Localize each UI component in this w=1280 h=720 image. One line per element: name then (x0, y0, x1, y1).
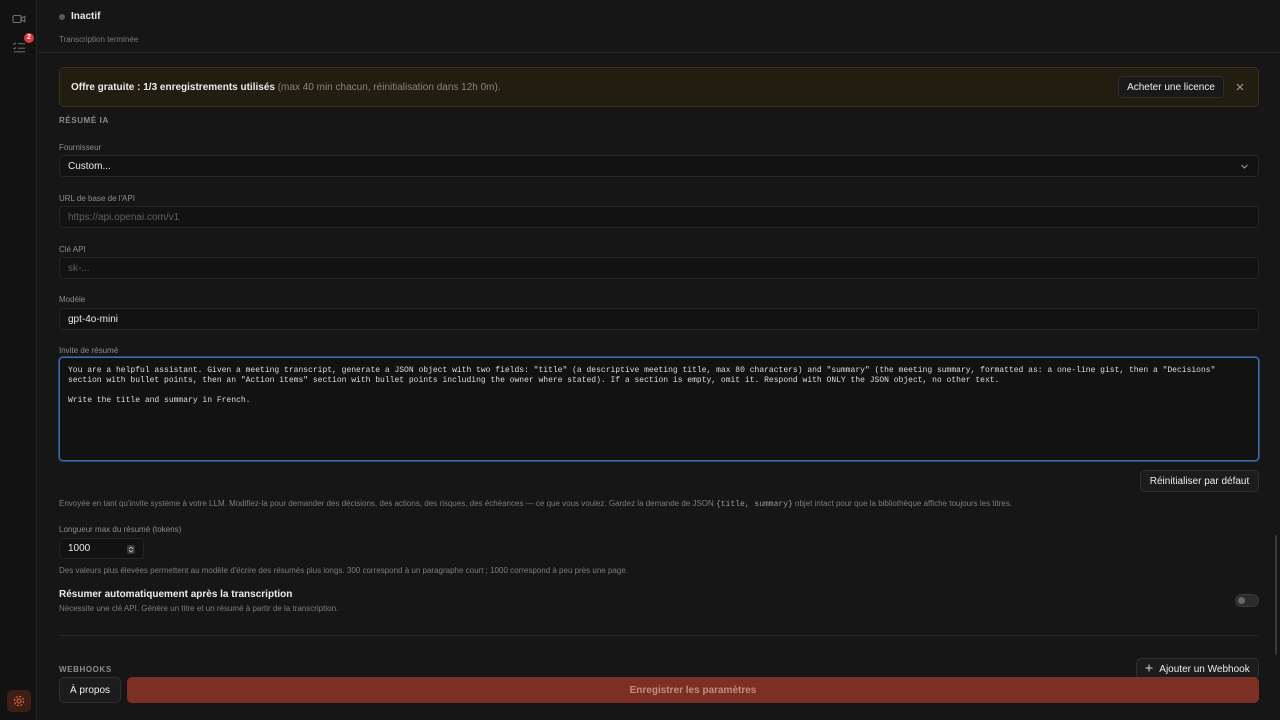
chevron-down-icon (1240, 162, 1249, 174)
provider-select[interactable]: Custom... (59, 155, 1259, 177)
add-webhook-label: Ajouter un Webhook (1159, 663, 1250, 675)
status-label: Inactif (71, 11, 101, 22)
webhooks-section-title: WEBHOOKS (59, 665, 112, 674)
status-dot (59, 13, 65, 20)
stepper-icon[interactable] (127, 545, 135, 554)
save-settings-button[interactable]: Enregistrer les paramètres (127, 677, 1259, 703)
auto-summary-title: Résumer automatiquement après la transcr… (59, 589, 293, 600)
close-icon[interactable] (1232, 79, 1248, 95)
settings-icon[interactable] (7, 690, 31, 712)
model-label: Modèle (59, 295, 86, 304)
reset-default-button[interactable]: Réinitialiser par défaut (1140, 470, 1259, 492)
prompt-help-text: Envoyée en tant qu'invite système à votr… (59, 499, 1012, 509)
left-rail: 2 (0, 0, 37, 720)
divider (59, 635, 1259, 636)
auto-summary-subtitle: Nécessite une clé API. Génère un titre e… (59, 604, 339, 613)
prompt-help-after: objet intact pour que la bibliothèque af… (792, 499, 1012, 508)
about-button[interactable]: À propos (59, 677, 121, 703)
max-length-help: Des valeurs plus élevées permettent au m… (59, 566, 628, 575)
plus-icon (1145, 664, 1153, 675)
divider (38, 52, 1280, 53)
video-icon[interactable] (11, 11, 27, 27)
provider-value: Custom... (68, 160, 111, 172)
api-key-input[interactable]: sk-... (59, 257, 1259, 279)
max-length-input[interactable]: 1000 (59, 538, 144, 559)
prompt-help-before: Envoyée en tant qu'invite système à votr… (59, 499, 716, 508)
model-input[interactable]: gpt-4o-mini (59, 308, 1259, 330)
notification-badge: 2 (24, 33, 34, 43)
auto-summary-toggle[interactable] (1235, 594, 1259, 607)
base-url-input[interactable]: https://api.openai.com/v1 (59, 206, 1259, 228)
prompt-textarea[interactable]: You are a helpful assistant. Given a mee… (59, 357, 1259, 461)
api-key-label: Clé API (59, 245, 86, 254)
max-length-value: 1000 (68, 543, 91, 554)
banner-bold-text: Offre gratuite : 1/3 enregistrements uti… (71, 82, 275, 93)
toggle-knob (1238, 597, 1245, 604)
base-url-label: URL de base de l'API (59, 194, 135, 203)
provider-label: Fournisseur (59, 143, 102, 152)
status-row: Inactif (59, 11, 100, 22)
free-plan-banner: Offre gratuite : 1/3 enregistrements uti… (59, 67, 1259, 107)
footer: À propos Enregistrer les paramètres (38, 677, 1280, 720)
banner-text: Offre gratuite : 1/3 enregistrements uti… (71, 82, 501, 93)
buy-license-button[interactable]: Acheter une licence (1118, 76, 1224, 98)
banner-muted-text: (max 40 min chacun, réinitialisation dan… (274, 82, 501, 93)
settings-panel: Inactif Transcription terminée Offre gra… (38, 0, 1280, 720)
max-length-label: Longueur max du résumé (tokens) (59, 525, 182, 534)
status-subtitle: Transcription terminée (59, 35, 139, 44)
ai-summary-section-title: RÉSUMÉ IA (59, 116, 109, 125)
prompt-label: Invite de résumé (59, 346, 119, 355)
prompt-help-code: {title, summary} (716, 500, 793, 509)
